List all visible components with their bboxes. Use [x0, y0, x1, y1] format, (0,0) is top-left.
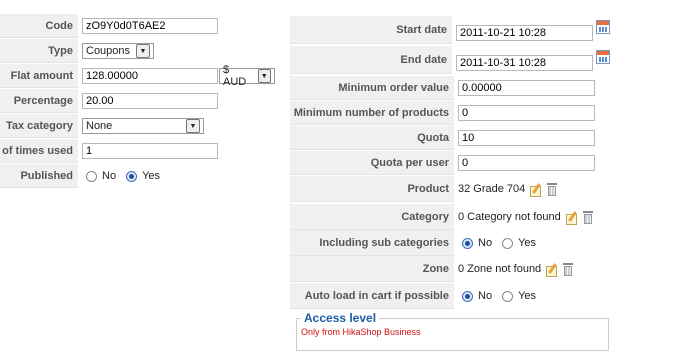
- published-row: Published No Yes: [0, 164, 285, 188]
- times-used-row: of times used 1: [0, 139, 285, 163]
- tax-category-select[interactable]: None ▼: [82, 118, 204, 134]
- access-level-text: Only from HikaShop Business: [301, 327, 421, 337]
- flat-amount-label: Flat amount: [0, 64, 78, 88]
- min-order-input[interactable]: 0.00000: [458, 80, 595, 96]
- sub-categories-no-label: No: [478, 237, 493, 249]
- start-date-label: Start date: [290, 16, 452, 44]
- edit-icon[interactable]: [565, 211, 578, 225]
- trash-icon[interactable]: [582, 210, 593, 224]
- published-no-radio[interactable]: [86, 170, 97, 182]
- zone-label: Zone: [290, 256, 454, 282]
- auto-load-label: Auto load in cart if possible: [290, 283, 454, 309]
- min-products-row: Minimum number of products 0: [290, 101, 610, 125]
- auto-load-row: Auto load in cart if possible No Yes: [290, 283, 610, 309]
- published-yes-radio[interactable]: [126, 170, 138, 182]
- access-level-legend: Access level: [304, 311, 377, 325]
- min-products-label: Minimum number of products: [290, 101, 454, 125]
- min-order-label: Minimum order value: [290, 76, 454, 100]
- edit-icon[interactable]: [545, 263, 558, 277]
- published-label: Published: [0, 164, 78, 188]
- code-input[interactable]: zO9Y0d0T6AE2: [82, 18, 218, 34]
- end-date-label: End date: [290, 46, 452, 74]
- calendar-icon[interactable]: [596, 20, 610, 34]
- end-date-row: End date 2011-10-31 10:28: [290, 46, 610, 74]
- auto-load-no-radio[interactable]: [462, 290, 473, 302]
- tax-category-row: Tax category None ▼: [0, 114, 285, 138]
- product-label: Product: [290, 176, 454, 202]
- auto-load-yes-label: Yes: [518, 290, 537, 302]
- quota-label: Quota: [290, 126, 454, 150]
- percentage-input[interactable]: 20.00: [82, 93, 218, 109]
- sub-categories-no-radio[interactable]: [462, 237, 473, 249]
- type-row: Type Coupons ▼: [0, 39, 285, 63]
- start-date-row: Start date 2011-10-21 10:28: [290, 16, 610, 44]
- times-used-label: of times used: [0, 139, 78, 163]
- trash-icon[interactable]: [563, 262, 574, 276]
- min-order-row: Minimum order value 0.00000: [290, 76, 610, 100]
- type-select[interactable]: Coupons ▼: [82, 43, 154, 59]
- quota-row: Quota 10: [290, 126, 610, 150]
- times-used-input[interactable]: 1: [82, 143, 218, 159]
- zone-row: Zone 0 Zone not found: [290, 256, 610, 282]
- quota-user-input[interactable]: 0: [458, 155, 595, 171]
- category-label: Category: [290, 204, 454, 230]
- flat-amount-row: Flat amount 128.00000 $ AUD ▼: [0, 64, 285, 88]
- calendar-icon[interactable]: [596, 50, 610, 64]
- product-row: Product 32 Grade 704: [290, 176, 610, 202]
- code-row: Code zO9Y0d0T6AE2: [0, 14, 285, 38]
- category-value: 0 Category not found: [458, 211, 561, 223]
- auto-load-yes-radio[interactable]: [502, 290, 514, 302]
- code-label: Code: [0, 14, 78, 38]
- edit-icon[interactable]: [529, 183, 542, 197]
- category-row: Category 0 Category not found: [290, 204, 610, 230]
- type-select-value: Coupons: [86, 45, 131, 57]
- sub-categories-yes-label: Yes: [518, 237, 537, 249]
- sub-categories-row: Including sub categories No Yes: [290, 230, 610, 256]
- sub-categories-yes-radio[interactable]: [502, 237, 514, 249]
- min-products-input[interactable]: 0: [458, 105, 595, 121]
- flat-amount-input[interactable]: 128.00000: [82, 68, 218, 84]
- type-label: Type: [0, 39, 78, 63]
- published-no-label: No: [102, 170, 117, 182]
- product-value: 32 Grade 704: [458, 183, 526, 195]
- currency-select-value: $ AUD: [223, 64, 247, 88]
- percentage-label: Percentage: [0, 89, 78, 113]
- end-date-input[interactable]: 2011-10-31 10:28: [456, 55, 593, 71]
- sub-categories-label: Including sub categories: [290, 230, 454, 256]
- zone-value: 0 Zone not found: [458, 263, 542, 275]
- access-level-fieldset: Access level Only from HikaShop Business: [296, 311, 609, 351]
- published-yes-label: Yes: [142, 170, 161, 182]
- auto-load-no-label: No: [478, 290, 493, 302]
- quota-user-label: Quota per user: [290, 151, 454, 175]
- currency-select[interactable]: $ AUD ▼: [219, 64, 275, 88]
- percentage-row: Percentage 20.00: [0, 89, 285, 113]
- trash-icon[interactable]: [547, 182, 558, 196]
- chevron-down-icon: ▼: [186, 119, 200, 133]
- tax-category-value: None: [86, 120, 113, 132]
- tax-category-label: Tax category: [0, 114, 78, 138]
- chevron-down-icon: ▼: [136, 44, 150, 58]
- quota-input[interactable]: 10: [458, 130, 595, 146]
- chevron-down-icon: ▼: [257, 69, 271, 83]
- start-date-input[interactable]: 2011-10-21 10:28: [456, 25, 593, 41]
- quota-user-row: Quota per user 0: [290, 151, 610, 175]
